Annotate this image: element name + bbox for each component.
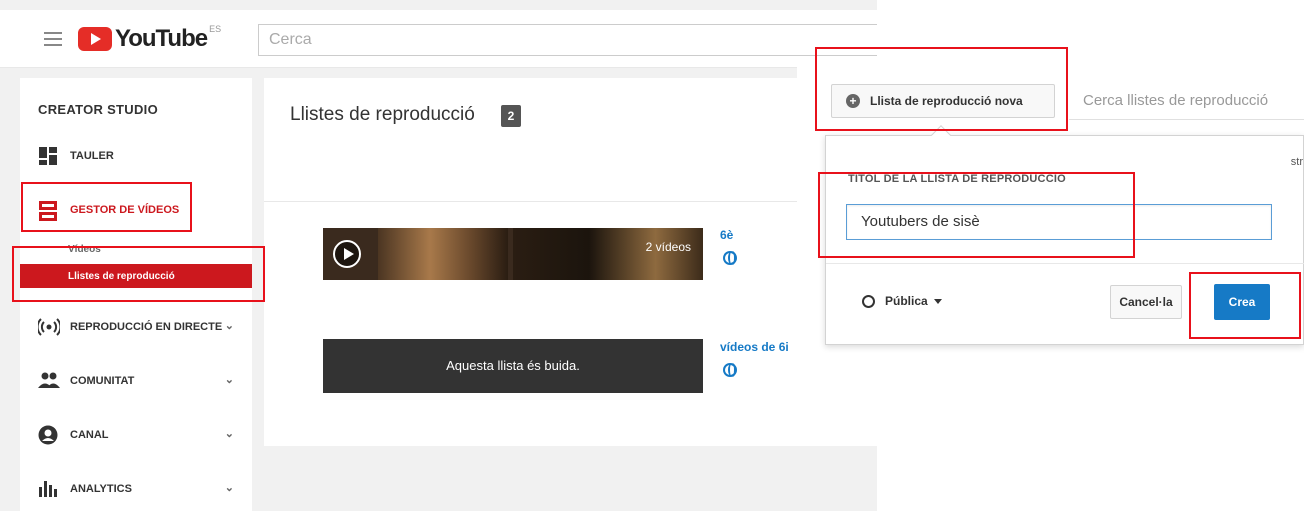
chevron-down-icon[interactable]: ⌄ [225,481,234,494]
sidebar-item-channel[interactable]: CANAL ⌄ [38,423,248,447]
thumbnail-image [378,228,508,280]
studio-title: CREATOR STUDIO [38,102,159,117]
highlight-box-video-manager [21,182,192,232]
content-header: Llistes de reproducció 2 [264,78,877,202]
youtube-play-icon [78,27,112,51]
main-content: Llistes de reproducció 2 2 vídeos 6è Aqu… [264,78,877,446]
highlight-box-playlists [12,246,265,302]
thumbnail-image [513,228,703,280]
globe-icon [862,294,875,308]
public-globe-icon [723,251,737,265]
sidebar-item-community[interactable]: COMUNITAT ⌄ [38,369,248,393]
search-playlists-input[interactable]: Cerca llistes de reproducció [1069,82,1304,120]
caret-down-icon [933,298,942,304]
logo-text: YouTube [115,25,208,52]
highlight-box-new-playlist [815,47,1068,131]
sidebar-item-analytics[interactable]: ANALYTICS ⌄ [38,477,248,501]
play-icon[interactable] [333,240,361,268]
divider [826,263,1304,264]
playlist-title-link[interactable]: 6è [720,228,733,242]
channel-icon [38,425,60,445]
privacy-dropdown[interactable]: Pública [862,294,942,308]
video-count-overlay: 2 vídeos [645,240,691,254]
search-input[interactable]: Cerca [258,24,877,56]
sidebar-item-label: REPRODUCCIÓ EN DIRECTE [70,321,223,333]
playlist-thumbnail[interactable]: 2 vídeos [323,228,703,280]
page-title: Llistes de reproducció [290,104,475,125]
highlight-box-create [1189,272,1301,339]
sidebar-item-live[interactable]: REPRODUCCIÓ EN DIRECTE ⌄ [36,315,248,339]
chevron-down-icon[interactable]: ⌄ [225,319,234,332]
playlist-title-link[interactable]: vídeos de 6i [720,340,789,354]
empty-playlist-thumbnail[interactable]: Aquesta llista és buida. [323,339,703,393]
top-bar: YouTube ES Cerca [0,10,877,68]
sidebar-item-dashboard[interactable]: TAULER [38,144,248,168]
analytics-icon [38,479,60,499]
privacy-label: Pública [885,294,928,308]
public-globe-icon [723,363,737,377]
dashboard-icon [38,146,60,166]
youtube-logo[interactable]: YouTube ES [78,24,222,52]
community-icon [38,371,60,391]
sidebar-item-label: ANALYTICS [70,483,132,495]
logo-region: ES [209,24,222,34]
sidebar-item-label: CANAL [70,429,109,441]
menu-icon[interactable] [44,32,62,46]
sidebar-item-label: COMUNITAT [70,375,135,387]
clipped-text: str [1290,156,1303,168]
cancel-button[interactable]: Cancel·la [1110,285,1182,319]
playlist-count-badge: 2 [501,105,521,127]
chevron-down-icon[interactable]: ⌄ [225,373,234,386]
live-broadcast-icon [36,317,62,337]
highlight-box-title-field [818,172,1135,258]
sidebar-item-label: TAULER [70,150,114,162]
chevron-down-icon[interactable]: ⌄ [225,427,234,440]
